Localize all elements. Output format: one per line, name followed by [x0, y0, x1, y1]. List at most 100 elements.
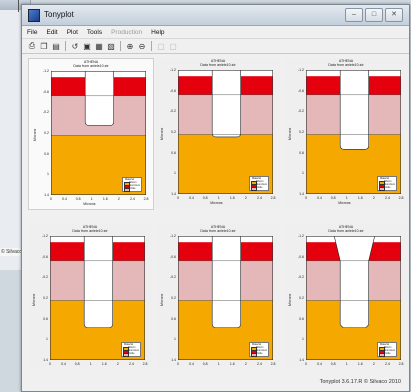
y-tick-label: -1.2 [297, 234, 304, 238]
x-tick-label: 2.8 [270, 362, 276, 366]
legend-label: Oxide [384, 186, 391, 189]
plot-subtitle: Data from anlele10.str [328, 229, 364, 233]
x-tick-label: 1.6 [229, 196, 235, 200]
x-tick-label: 2.8 [398, 362, 404, 366]
y-tick-label: 1.4 [299, 358, 304, 362]
y-tick-label: -0.6 [297, 254, 304, 259]
plot-subtitle: Data from anlele10.str [200, 229, 236, 233]
y-tick-label: 1 [174, 337, 176, 342]
x-tick-label: 0.8 [330, 196, 336, 200]
maximize-button[interactable]: □ [365, 8, 383, 22]
copy-icon[interactable]: ❐ [39, 41, 49, 51]
save-icon[interactable]: ▤ [51, 41, 61, 51]
y-tick-label: 1 [302, 337, 304, 342]
x-tick-label: 0 [305, 362, 307, 366]
plot-4[interactable]: ATHENA Data from anlele10.str -1.2 -0.6 -0.2… [28, 224, 152, 374]
y-tick-label: 0.2 [299, 130, 304, 134]
plot-3[interactable]: ATHENA Data from anlele10.str -1.2 -0.6 -0.2… [284, 58, 408, 208]
undo-icon[interactable]: ▢ [156, 41, 166, 51]
x-tick-label: 1 [90, 197, 93, 201]
y-tick-label: 1 [47, 172, 49, 177]
zoom-out-icon[interactable]: ⊖ [137, 41, 147, 51]
trench-opening [83, 236, 113, 329]
plot-1[interactable]: ATHENA Data from anlele10.str -1.2 -0.6 -0.2… [28, 58, 154, 210]
toolbar-separator [120, 41, 121, 51]
y-tick-label: -0.2 [297, 109, 304, 114]
plot-subtitle: Data from anlele10.str [73, 64, 109, 68]
x-tick-label: 2 [372, 362, 375, 366]
y-axis-label: Microns [160, 293, 164, 306]
y-tick-label: -0.2 [42, 110, 49, 115]
y-tick-label: -0.2 [169, 275, 176, 280]
x-tick-label: 1 [345, 362, 348, 366]
x-tick-label: 0.8 [202, 196, 208, 200]
x-tick-label: 2.8 [142, 362, 148, 366]
x-tick-label: 2 [244, 196, 247, 200]
y-tick-label: -0.6 [169, 254, 176, 259]
legend: Material Silicon Aluminum Oxide [377, 342, 397, 358]
y-tick-label: -0.6 [42, 89, 49, 94]
window-title: Tonyplot [44, 10, 74, 19]
legend: Material Silicon Aluminum Oxide [249, 342, 269, 358]
y-tick-label: -0.6 [41, 254, 48, 259]
x-tick-label: 2.4 [256, 196, 262, 200]
plot-2[interactable]: ATHENA Data from anlele10.str -1.2 -0.6 -0.2… [156, 58, 280, 208]
y-tick-label: 0.6 [171, 316, 176, 321]
plot-overlay-icon[interactable]: ▦ [94, 41, 104, 51]
menu-bar: File Edit Plot Tools Production Help [22, 26, 409, 39]
x-tick-label: 1 [217, 196, 220, 200]
menu-help[interactable]: Help [151, 29, 164, 36]
plot-grid-icon[interactable]: ▣ [82, 41, 92, 51]
x-tick-label: 1.6 [101, 362, 107, 366]
y-tick-label: 1.4 [299, 192, 304, 196]
trench-opening [84, 71, 114, 126]
x-axis-label: Microns [338, 201, 351, 205]
minimize-button[interactable]: – [345, 8, 363, 22]
legend-label: Oxide [128, 352, 135, 355]
legend-label: Oxide [129, 187, 136, 190]
x-tick-label: 0.4 [189, 196, 194, 200]
x-axis-label: Microns [83, 202, 96, 206]
close-button[interactable]: ✕ [385, 8, 403, 22]
y-tick-label: -0.6 [169, 88, 176, 93]
plot-area: ATHENA Data from anlele10.str -1.2 -0.6 -0.2… [24, 54, 408, 374]
plot-one-icon[interactable]: ↺ [70, 41, 80, 51]
plot-6[interactable]: ATHENA Data from anlele10.str -1.2 -0.6 -0.2… [284, 224, 408, 374]
y-tick-label: -0.2 [169, 109, 176, 114]
x-tick-label: 1.6 [357, 196, 363, 200]
plot-5[interactable]: ATHENA Data from anlele10.str -1.2 -0.6 -0.2… [156, 224, 280, 374]
x-tick-label: 0.4 [189, 362, 194, 366]
menu-plot[interactable]: Plot [67, 29, 78, 36]
menu-tools[interactable]: Tools [87, 29, 102, 36]
x-tick-label: 2.8 [398, 196, 404, 200]
x-tick-label: 2 [116, 362, 119, 366]
y-tick-label: 1.4 [171, 192, 176, 196]
y-axis-label: Microns [288, 293, 292, 306]
app-icon [28, 9, 40, 22]
y-axis-label: Microns [160, 127, 164, 140]
x-tick-label: 0.8 [330, 362, 336, 366]
y-tick-label: 0.2 [44, 131, 49, 135]
x-tick-label: 0.4 [317, 196, 322, 200]
menu-production[interactable]: Production [111, 29, 142, 36]
y-tick-label: 1.4 [44, 193, 49, 197]
x-tick-label: 0.8 [202, 362, 208, 366]
y-tick-label: -1.2 [41, 234, 48, 238]
x-tick-label: 1.6 [357, 362, 363, 366]
legend-label: Oxide [256, 352, 263, 355]
print-icon[interactable]: ⎙ [27, 41, 37, 51]
y-tick-label: 0.6 [43, 316, 48, 321]
x-tick-label: 2 [372, 196, 375, 200]
y-axis-label: Microns [32, 293, 36, 306]
redo-icon[interactable]: ▢ [168, 41, 178, 51]
plot-split-icon[interactable]: ▧ [106, 41, 116, 51]
zoom-in-icon[interactable]: ⊕ [125, 41, 135, 51]
y-tick-label: -1.2 [169, 68, 176, 72]
x-tick-label: 0 [177, 362, 179, 366]
menu-edit[interactable]: Edit [46, 29, 57, 36]
title-bar[interactable]: Tonyplot – □ ✕ [22, 5, 409, 26]
y-tick-label: -1.2 [169, 234, 176, 238]
tonyplot-window: Tonyplot – □ ✕ File Edit Plot Tools Producti… [21, 4, 410, 392]
legend: Material Silicon Aluminum Oxide [122, 177, 142, 193]
menu-file[interactable]: File [27, 29, 37, 36]
